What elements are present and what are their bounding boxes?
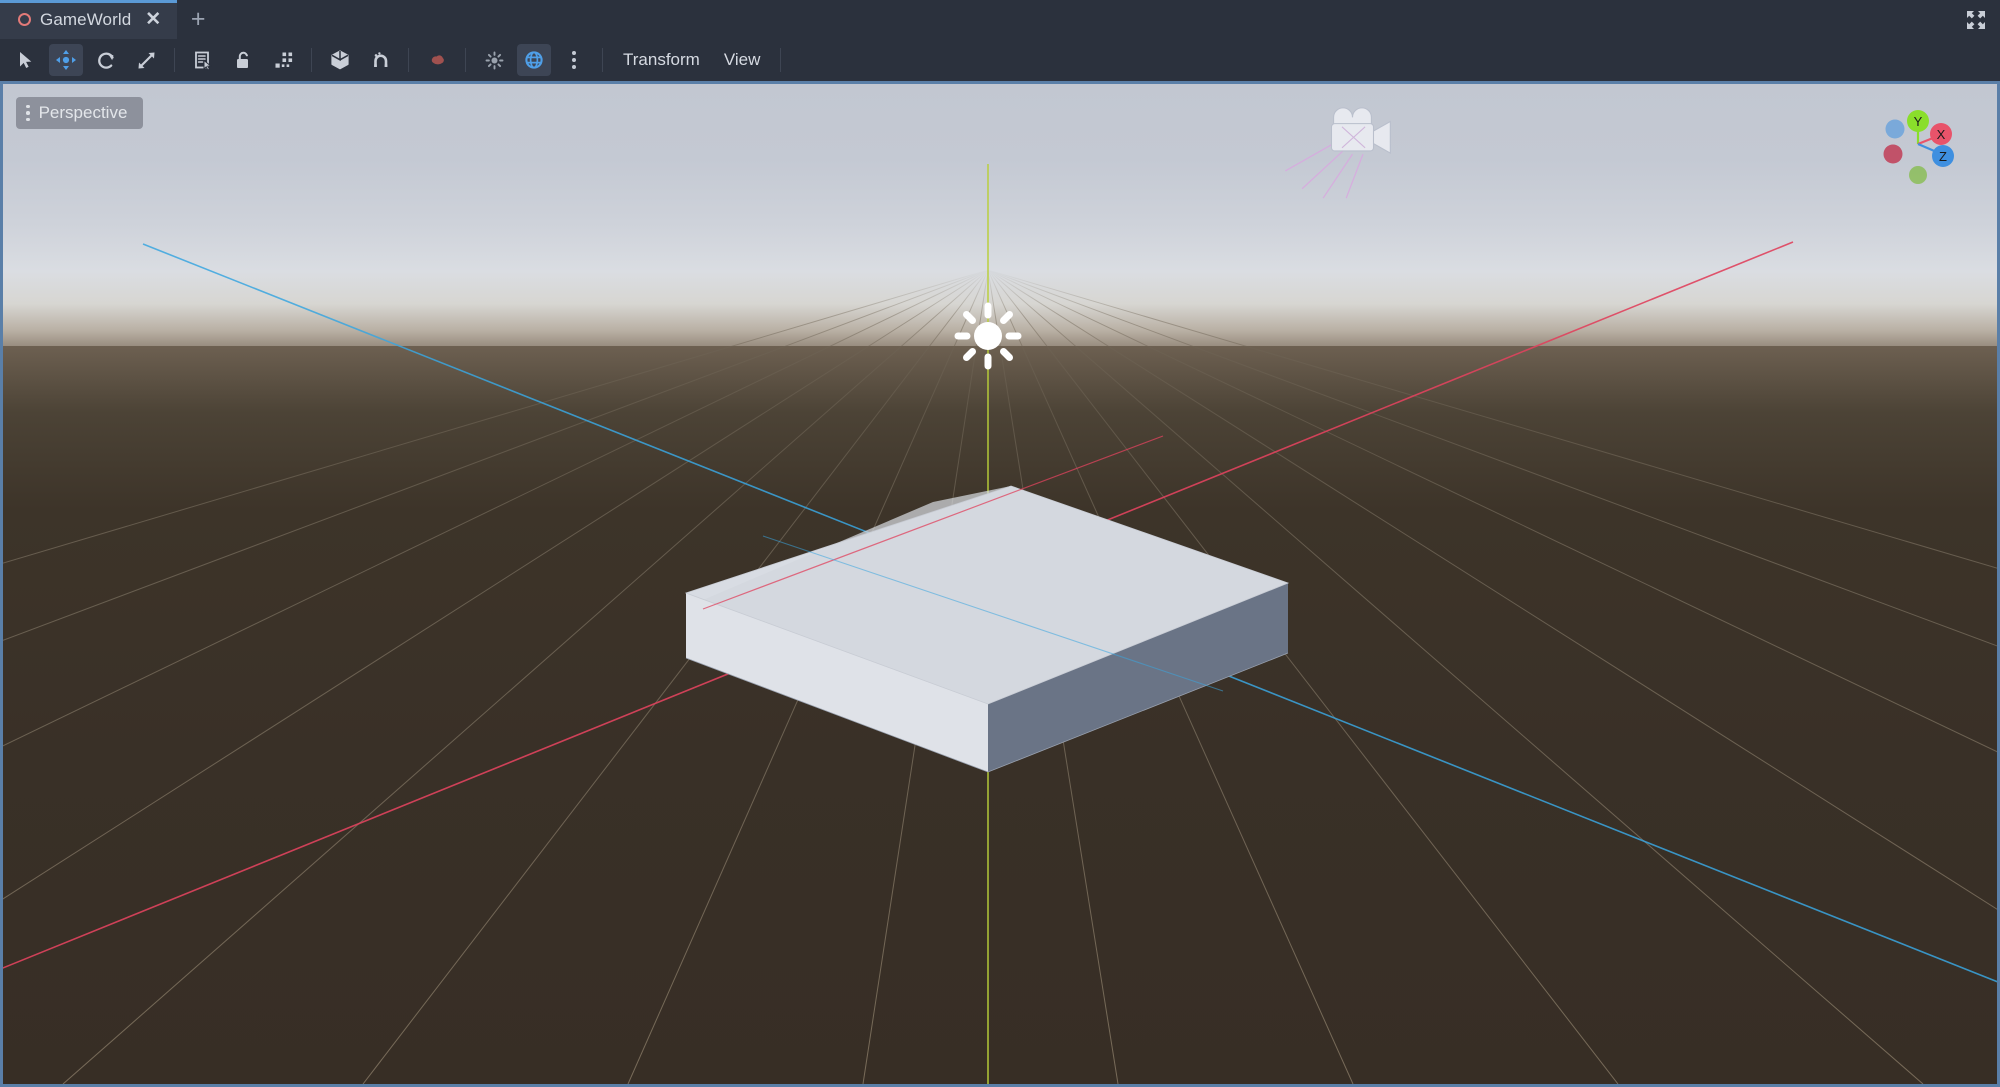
toolbar-separator [602,48,603,72]
3d-viewport[interactable]: Perspective Y X Z [0,81,2000,1087]
toolbar-separator [174,48,175,72]
directional-light-gizmo [954,302,1022,370]
plane-mesh [684,485,1290,773]
scale-tool-button[interactable] [129,44,163,76]
menu-transform[interactable]: Transform [611,46,712,74]
vertical-dots-icon-button[interactable] [557,44,591,76]
tab-bar: GameWorld ✕ + [0,0,2000,39]
tab-label: GameWorld [40,9,132,29]
rotate-tool-button[interactable] [89,44,123,76]
cube-icon-button[interactable] [323,44,357,76]
vertical-dots-icon [26,104,30,122]
expand-arrows-icon[interactable] [1952,0,2000,39]
scene-circle-icon [18,13,31,26]
tab-gameworld[interactable]: GameWorld ✕ [0,0,178,39]
main-toolbar: Transform View [0,39,2000,81]
scene-objects [684,107,1391,773]
tab-bar-spacer [219,0,1952,39]
axis-gizmo[interactable]: Y X Z [1869,96,1969,196]
toolbar-separator [311,48,312,72]
gizmo-y-label: Y [1914,114,1923,129]
unlock-padlock-icon-button[interactable] [226,44,260,76]
gizmo-neg-y-handle [1909,166,1927,184]
menu-view[interactable]: View [712,46,773,74]
list-select-tool-button[interactable] [186,44,220,76]
vertical-dots-icon [572,51,576,69]
toolbar-separator [408,48,409,72]
toolbar-separator [780,48,782,72]
gizmo-neg-x-handle [1883,144,1903,164]
close-icon[interactable]: ✕ [145,10,161,29]
blob-icon-button[interactable] [420,44,454,76]
add-tab-button[interactable]: + [177,0,219,39]
move-tool-button[interactable] [49,44,83,76]
group-nodes-icon-button[interactable] [266,44,300,76]
gizmo-z-label: Z [1939,149,1947,164]
editor-window: GameWorld ✕ + Transform View Perspective… [0,0,2000,1087]
gizmo-neg-z-handle [1885,119,1905,139]
toolbar-separator [465,48,466,72]
sun-small-icon-button[interactable] [477,44,511,76]
magnet-icon-button[interactable] [363,44,397,76]
globe-icon-button[interactable] [517,44,551,76]
perspective-button[interactable]: Perspective [16,97,144,129]
gizmo-x-label: X [1937,127,1946,142]
perspective-label: Perspective [38,103,128,122]
select-tool-button[interactable] [9,44,43,76]
camera-gizmo [1284,107,1391,199]
